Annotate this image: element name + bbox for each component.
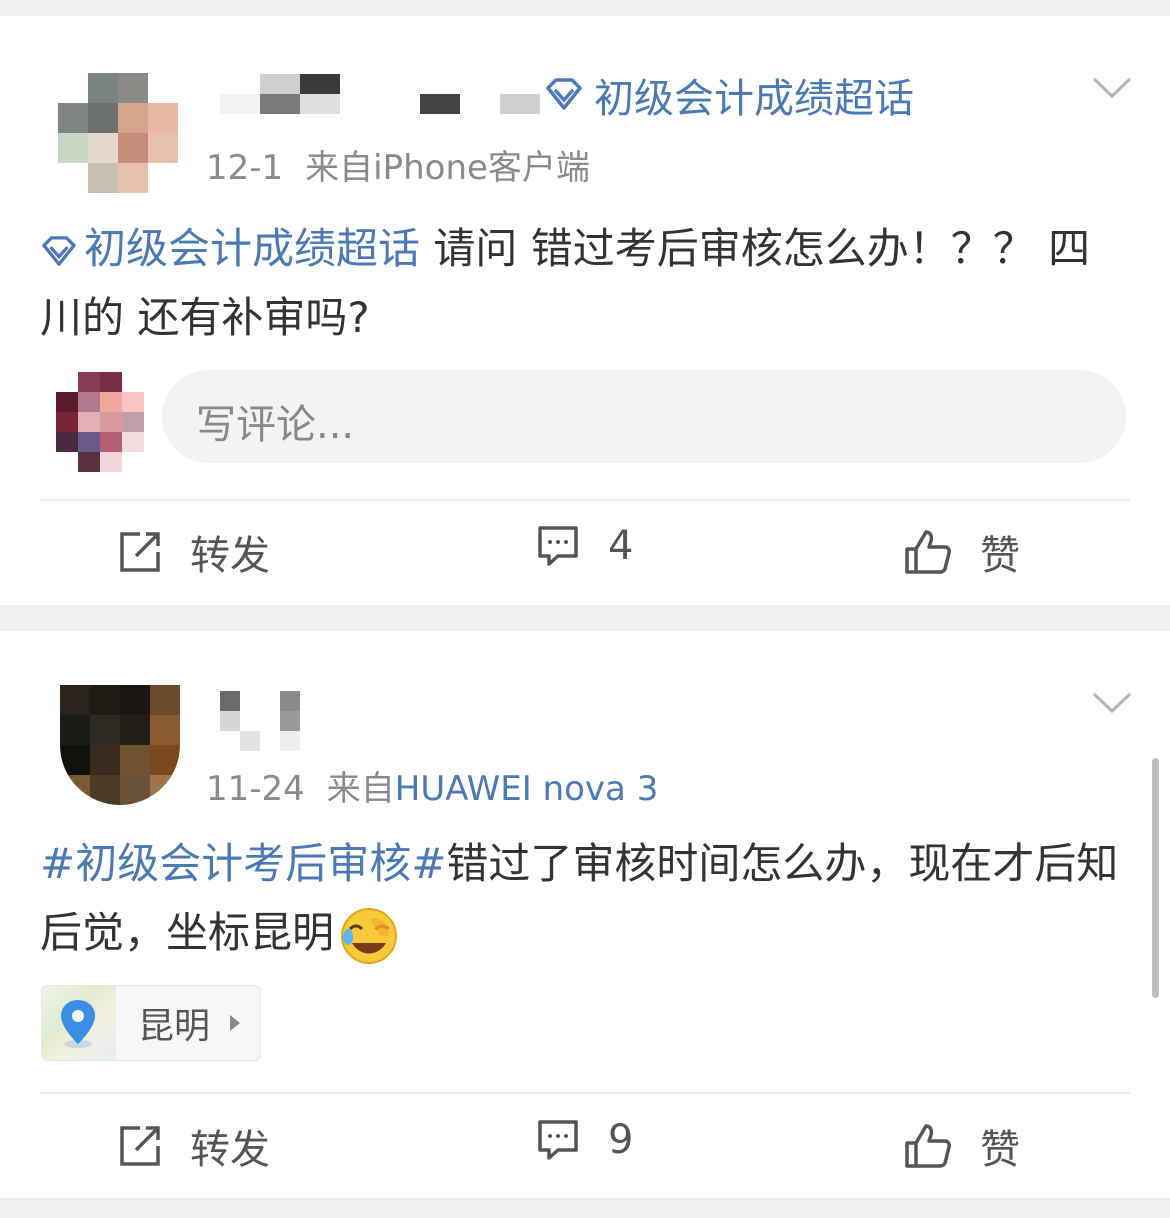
username-pixelated[interactable]: [220, 691, 300, 751]
post-card: 11-24 来自HUAWEI nova 3 #初级会计考后审核#错过了审核时间怎么…: [0, 631, 1170, 1198]
like-label: 赞: [980, 1127, 1020, 1173]
chevron-down-icon[interactable]: [1092, 76, 1132, 100]
repost-button[interactable]: 转发: [118, 523, 270, 581]
post-meta: 11-24 来自HUAWEI nova 3: [206, 761, 658, 810]
supertopic-badge[interactable]: 初级会计成绩超话: [544, 66, 914, 124]
repost-label: 转发: [190, 533, 270, 579]
comment-icon: [538, 526, 578, 566]
comment-placeholder: 写评论...: [196, 402, 355, 448]
comment-count: 4: [608, 523, 634, 569]
comment-button[interactable]: 4: [536, 523, 633, 569]
post-source[interactable]: HUAWEI nova 3: [395, 769, 659, 809]
diamond-icon: [42, 235, 76, 266]
emoji-laugh-icon: [341, 907, 398, 964]
source-prefix: 来自: [305, 148, 374, 188]
supertopic-link[interactable]: 初级会计成绩超话: [40, 224, 420, 273]
repost-icon: [120, 532, 160, 572]
comment-button[interactable]: 9: [536, 1117, 633, 1163]
supertopic-link-label: 初级会计成绩超话: [84, 224, 421, 273]
chevron-right-icon: [230, 1015, 241, 1031]
diamond-icon: [546, 78, 582, 110]
post-date: 12-1: [206, 148, 284, 188]
post-content: #初级会计考后审核#错过了审核时间怎么办，现在才后知后觉，坐标昆明: [40, 829, 1120, 967]
repost-icon: [120, 1126, 160, 1166]
avatar[interactable]: [60, 685, 180, 805]
post-date: 11-24: [206, 769, 305, 809]
post-meta: 12-1 来自iPhone客户端: [206, 140, 590, 189]
divider: [40, 1092, 1130, 1094]
repost-label: 转发: [190, 1127, 270, 1173]
like-icon: [905, 1124, 951, 1168]
comment-input[interactable]: 写评论...: [162, 370, 1126, 463]
avatar[interactable]: [58, 73, 178, 193]
comment-icon: [538, 1120, 578, 1160]
comment-count: 9: [608, 1117, 634, 1163]
post-card: 初级会计成绩超话 12-1 来自iPhone客户端 初级会计成绩超话 请问 错过考…: [0, 16, 1170, 605]
location-pin-icon: [61, 1000, 95, 1048]
chevron-down-icon[interactable]: [1092, 691, 1132, 715]
hashtag-link[interactable]: #初级会计考后审核#: [40, 839, 446, 888]
location-label: 昆明: [138, 1006, 211, 1047]
like-label: 赞: [980, 533, 1020, 579]
like-button[interactable]: 赞: [904, 523, 1020, 581]
username-pixelated[interactable]: [220, 74, 540, 114]
divider: [40, 499, 1130, 501]
like-icon: [905, 530, 951, 574]
scrollbar[interactable]: [1152, 758, 1159, 998]
source-prefix: 来自: [326, 769, 395, 809]
repost-button[interactable]: 转发: [118, 1117, 270, 1175]
my-avatar: [56, 372, 144, 476]
location-map-thumbnail: [42, 986, 116, 1060]
supertopic-label: 初级会计成绩超话: [594, 76, 914, 122]
location-tag[interactable]: 昆明: [41, 985, 261, 1061]
post-source: iPhone客户端: [373, 148, 590, 188]
like-button[interactable]: 赞: [904, 1117, 1020, 1175]
post-content: 初级会计成绩超话 请问 错过考后审核怎么办！？？ 四川的 还有补审吗?: [40, 214, 1120, 352]
